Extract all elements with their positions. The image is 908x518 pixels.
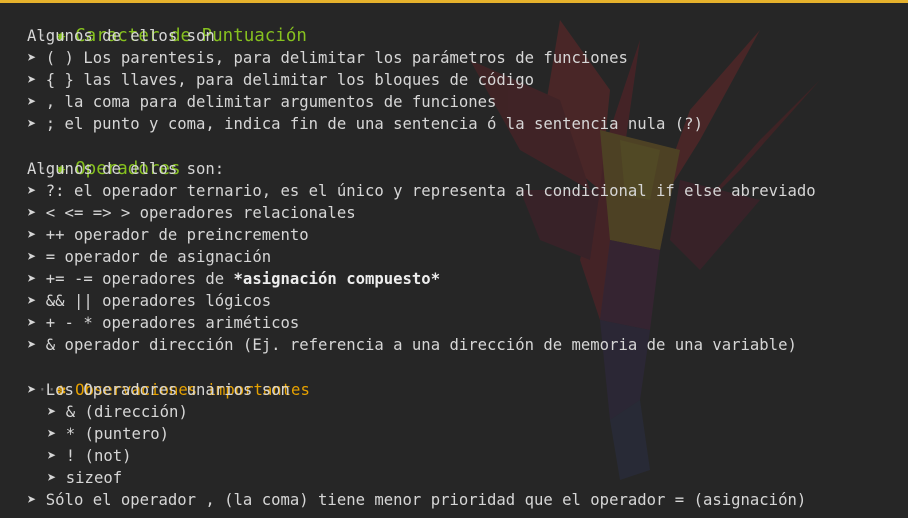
list-item: ➤ & operador dirección (Ej. referencia a… (27, 336, 797, 354)
arrowhead-icon: ➤ (27, 115, 46, 133)
arrowhead-icon: ➤ (47, 469, 66, 487)
list-item: ➤ Sólo el operador , (la coma) tiene men… (27, 491, 807, 509)
sub-list-item: ➤ & (dirección) (47, 403, 188, 421)
arrowhead-icon: ➤ (27, 49, 46, 67)
arrowhead-icon: ➤ (47, 425, 66, 443)
list-item: ➤ += -= operadores de *asignación compue… (27, 270, 441, 288)
sub-list-item: ➤ ! (not) (47, 447, 132, 465)
list-item: ➤ ++ operador de preincremento (27, 226, 309, 244)
list-item: ➤ = operador de asignación (27, 248, 272, 266)
heading-puntuacion: · ✸ Caracter de Puntuación (37, 26, 307, 46)
bold-text: *asignación compuesto* (233, 270, 441, 288)
sub-list-item: ➤ * (puntero) (47, 425, 170, 443)
heading-operadores: · ✸ Operadores (37, 159, 181, 179)
arrowhead-icon: ➤ (47, 403, 66, 421)
arrowhead-icon: ➤ (27, 204, 46, 222)
intro-text: Algunos de ellos son: (27, 160, 225, 178)
list-item: ➤ Los Operadores unarios son (27, 381, 290, 399)
arrowhead-icon: ➤ (27, 491, 46, 509)
arrowhead-icon: ➤ (27, 248, 46, 266)
list-item: ➤ ; el punto y coma, indica fin de una s… (27, 115, 703, 133)
arrowhead-icon: ➤ (27, 292, 46, 310)
arrowhead-icon: ➤ (27, 182, 46, 200)
arrowhead-icon: ➤ (27, 270, 46, 288)
list-item: ➤ ( ) Los parentesis, para delimitar los… (27, 49, 628, 67)
list-item: ➤ , la coma para delimitar argumentos de… (27, 93, 497, 111)
intro-text: Algunos de ellos son (27, 27, 215, 45)
arrowhead-icon: ➤ (27, 336, 46, 354)
heading-observaciones: ··✽ Observaciones importantes (37, 381, 310, 399)
arrowhead-icon: ➤ (27, 381, 46, 399)
arrowhead-icon: ➤ (27, 71, 46, 89)
arrowhead-icon: ➤ (27, 93, 46, 111)
list-item: ➤ ?: el operador ternario, es el único y… (27, 182, 816, 200)
sub-list-item: ➤ sizeof (47, 469, 123, 487)
arrowhead-icon: ➤ (27, 226, 46, 244)
arrowhead-icon: ➤ (47, 447, 66, 465)
list-item: ➤ < <= => > operadores relacionales (27, 204, 356, 222)
list-item: ➤ && || operadores lógicos (27, 292, 272, 310)
markdown-editor[interactable]: · ✸ Caracter de Puntuación Algunos de el… (0, 0, 908, 518)
arrowhead-icon: ➤ (27, 314, 46, 332)
list-item: ➤ { } las llaves, para delimitar los blo… (27, 71, 534, 89)
list-item: ➤ + - * operadores ariméticos (27, 314, 300, 332)
